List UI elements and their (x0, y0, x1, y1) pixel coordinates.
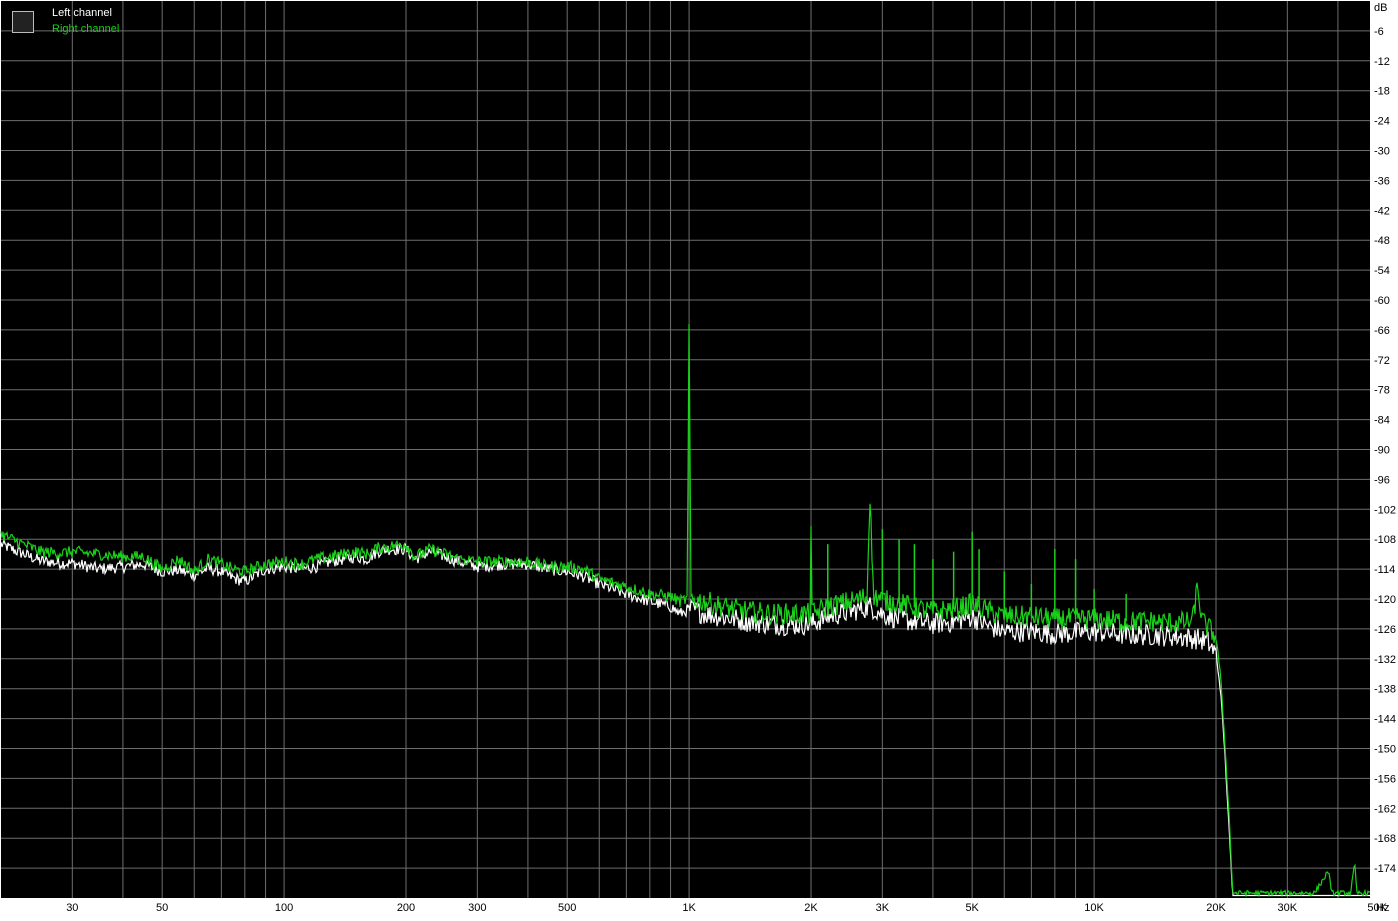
x-tick-label: 2K (804, 902, 818, 914)
y-tick-label: -126 (1374, 624, 1396, 636)
y-tick-label: -18 (1374, 86, 1390, 98)
y-tick-label: -120 (1374, 594, 1396, 606)
y-tick-label: -36 (1374, 175, 1390, 187)
y-tick-label: -60 (1374, 295, 1390, 307)
x-unit-label: Hz (1376, 902, 1389, 914)
y-tick-label: -42 (1374, 205, 1390, 217)
x-tick-label: 10K (1084, 902, 1104, 914)
y-tick-label: -78 (1374, 385, 1390, 397)
y-tick-label: -54 (1374, 265, 1390, 277)
spectrum-plot: -6 -12 -18 -24 -30 -36 -42 -48 -54 -60 -66 -72 -78 -8… (0, 0, 1398, 916)
y-tick-label: -24 (1374, 116, 1390, 128)
grid-icon[interactable] (12, 11, 34, 33)
y-tick-label: -144 (1374, 714, 1396, 726)
x-tick-label: 5K (965, 902, 979, 914)
y-tick-label: -150 (1374, 744, 1396, 756)
x-tick-label: 100 (275, 902, 293, 914)
y-tick-label: -90 (1374, 445, 1390, 457)
y-tick-label: -102 (1374, 504, 1396, 516)
x-tick-label: 30 (66, 902, 78, 914)
x-tick-label: 20K (1206, 902, 1226, 914)
x-tick-label: 500 (558, 902, 576, 914)
y-tick-label: -84 (1374, 415, 1390, 427)
y-tick-label: -66 (1374, 325, 1390, 337)
y-tick-label: -96 (1374, 474, 1390, 486)
y-tick-label: -174 (1374, 863, 1396, 875)
y-tick-label: -6 (1374, 26, 1384, 38)
y-tick-label: -168 (1374, 833, 1396, 845)
y-tick-label: -114 (1374, 564, 1395, 576)
y-tick-label: -138 (1374, 684, 1396, 696)
x-tick-label: 3K (876, 902, 890, 914)
y-tick-label: -12 (1374, 56, 1390, 68)
y-tick-label: -72 (1374, 355, 1390, 367)
y-tick-label: -48 (1374, 235, 1390, 247)
y-tick-label: -132 (1374, 654, 1396, 666)
y-unit-label: dB (1374, 2, 1387, 14)
y-tick-label: -30 (1374, 146, 1390, 158)
x-tick-label: 1K (682, 902, 696, 914)
x-tick-label: 30K (1278, 902, 1298, 914)
y-tick-label: -162 (1374, 803, 1396, 815)
x-tick-label: 50 (156, 902, 168, 914)
y-tick-label: -108 (1374, 534, 1396, 546)
legend-left-channel: Left channel (52, 7, 112, 19)
x-tick-label: 200 (397, 902, 415, 914)
legend-right-channel: Right channel (52, 23, 120, 35)
x-tick-label: 300 (468, 902, 486, 914)
spectrum-chart: -6 -12 -18 -24 -30 -36 -42 -48 -54 -60 -66 -72 -78 -8… (0, 0, 1398, 916)
y-tick-label: -156 (1374, 773, 1396, 785)
